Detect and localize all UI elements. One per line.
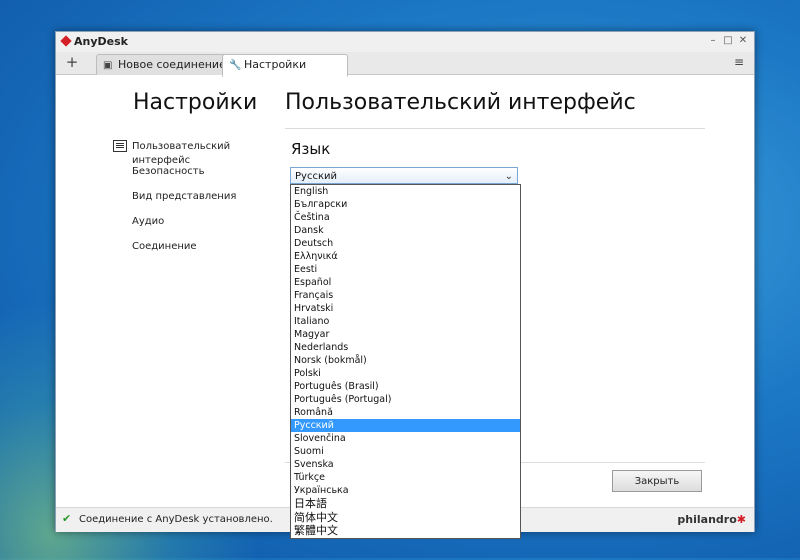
language-option[interactable]: 简体中文 [291,511,520,525]
language-option[interactable]: Svenska [291,458,520,471]
nav-item-display[interactable]: Вид представления [112,190,272,215]
minimize-button[interactable]: – [706,34,720,48]
maximize-button[interactable]: □ [721,34,735,48]
language-option[interactable]: Türkçe [291,471,520,484]
language-option[interactable]: 繁體中文 [291,524,520,538]
divider [285,128,705,129]
language-option[interactable]: Українська [291,484,520,497]
language-option[interactable]: Español [291,276,520,289]
tab-settings[interactable]: 🔧 Настройки [222,54,348,77]
tab-strip: + ▣ Новое соединение 🔧 Настройки ≡ [56,52,754,77]
language-option[interactable]: Dansk [291,224,520,237]
nav-item-label: Безопасность [132,166,205,177]
language-option[interactable]: English [291,185,520,198]
tab-label: Настройки [244,58,307,71]
anydesk-logo-icon [60,35,72,47]
anydesk-window: AnyDesk – □ ✕ + ▣ Новое соединение 🔧 Настр… [55,31,755,539]
section-title: Пользовательский интерфейс [285,90,636,115]
close-window-button[interactable]: ✕ [736,34,750,48]
language-option[interactable]: Deutsch [291,237,520,250]
nav-item-label: Вид представления [132,191,237,202]
language-option[interactable]: Nederlands [291,341,520,354]
language-option[interactable]: Slovenčina [291,432,520,445]
language-option[interactable]: Suomi [291,445,520,458]
language-selected-value: Русский [295,171,337,182]
language-option[interactable]: Hrvatski [291,302,520,315]
language-option[interactable]: Norsk (bokmål) [291,354,520,367]
tab-new-connection[interactable]: ▣ Новое соединение [96,54,226,75]
language-dropdown-list: English Български Čeština Dansk Deutsch Ελλην… [290,184,521,539]
language-select[interactable]: Русский ⌄ [290,167,518,184]
nav-item-user-interface[interactable]: Пользовательский интерфейс [112,140,272,166]
nav-item-label: Аудио [132,216,165,227]
language-option[interactable]: Eesti [291,263,520,276]
brand-name: philandro [677,513,737,526]
list-icon [113,140,127,152]
language-heading: Язык [291,140,331,158]
brand-mark-icon: ✱ [736,513,746,526]
nav-item-label: Пользовательский интерфейс [132,141,231,166]
language-option[interactable]: Italiano [291,315,520,328]
settings-nav: Пользовательский интерфейс Безопасность … [112,140,272,265]
close-button[interactable]: Закрыть [612,470,702,492]
philandro-logo: philandro✱ [677,513,746,526]
language-option[interactable]: Português (Portugal) [291,393,520,406]
language-option[interactable]: Română [291,406,520,419]
monitor-icon: ▣ [103,60,113,71]
nav-item-audio[interactable]: Аудио [112,215,272,240]
settings-title: Настройки [133,90,258,115]
language-option[interactable]: Ελληνικά [291,250,520,263]
language-option[interactable]: Polski [291,367,520,380]
status-text: Соединение с AnyDesk установлено. [79,514,273,525]
connection-status-icon: ✔ [62,512,72,525]
language-option[interactable]: Čeština [291,211,520,224]
window-title: AnyDesk [74,35,128,48]
language-option[interactable]: Français [291,289,520,302]
nav-item-security[interactable]: Безопасность [112,165,272,190]
tab-label: Новое соединение [118,58,226,71]
language-option[interactable]: Български [291,198,520,211]
language-option[interactable]: Magyar [291,328,520,341]
nav-item-connection[interactable]: Соединение [112,240,272,265]
language-option[interactable]: 日本語 [291,497,520,511]
menu-icon[interactable]: ≡ [734,55,746,69]
wrench-icon: 🔧 [229,60,242,71]
language-option[interactable]: Русский [291,419,520,432]
nav-item-label: Соединение [132,241,197,252]
title-bar: AnyDesk – □ ✕ [56,32,754,52]
language-option[interactable]: Português (Brasil) [291,380,520,393]
chevron-down-icon: ⌄ [504,171,513,182]
add-tab-button[interactable]: + [64,53,80,71]
